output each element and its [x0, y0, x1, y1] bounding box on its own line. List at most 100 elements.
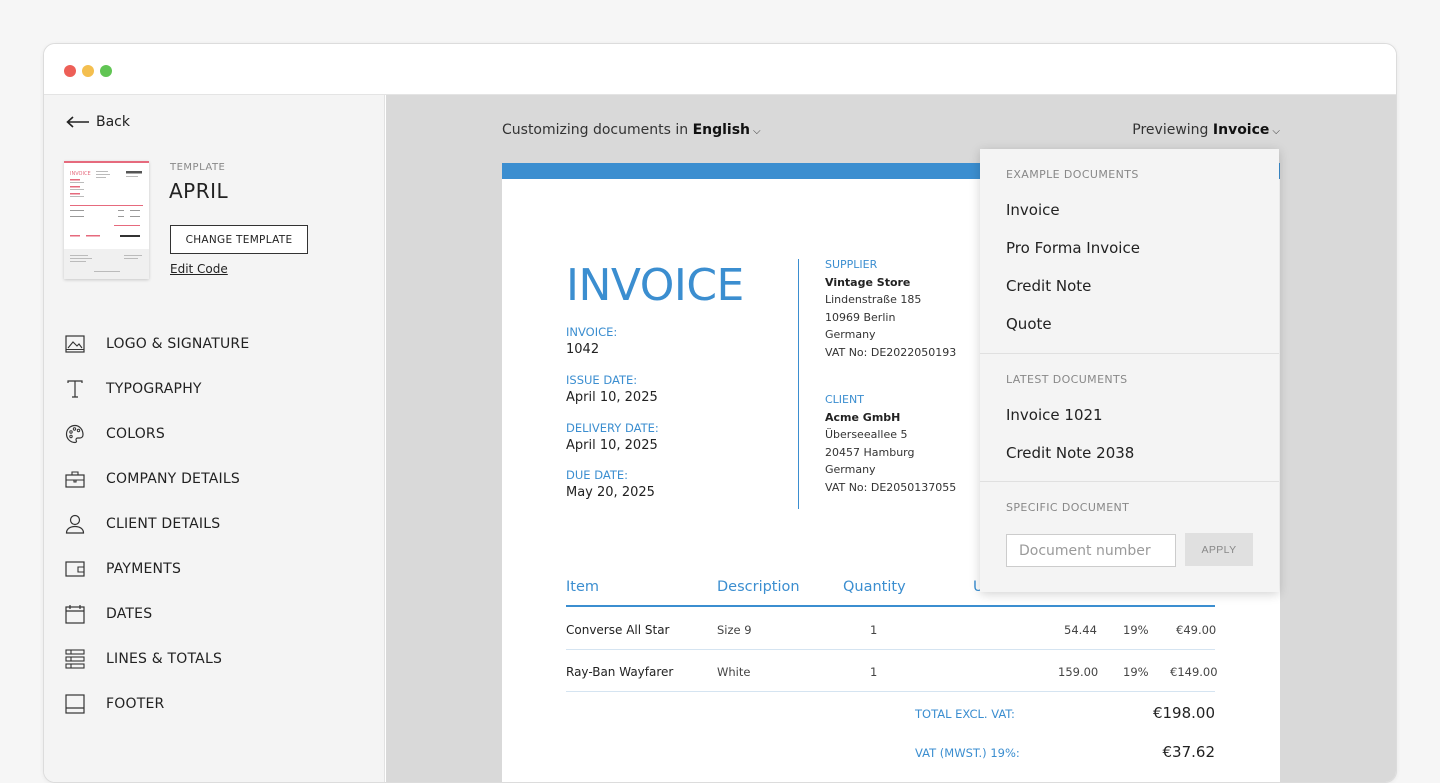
nav-item-colors[interactable]: COLORS: [44, 411, 385, 456]
image-icon: [64, 333, 86, 355]
customizing-prefix: Customizing documents in: [502, 122, 689, 138]
column-item: Item: [566, 579, 600, 595]
table-row: Converse All Star Size 9 1 54.44 19% €49…: [566, 608, 1217, 650]
template-name: APRIL: [169, 179, 229, 203]
selected-preview-doc: Invoice: [1212, 122, 1270, 138]
total-excl-vat-label: TOTAL EXCL. VAT:: [915, 707, 1015, 721]
nav-label: TYPOGRAPHY: [106, 380, 202, 397]
example-documents-heading: EXAMPLE DOCUMENTS: [1006, 168, 1139, 181]
menu-item-pro-forma-invoice[interactable]: Pro Forma Invoice: [1006, 239, 1140, 257]
line-total: €49.00: [1176, 623, 1217, 637]
list-icon: [64, 648, 86, 670]
invoice-title: INVOICE: [566, 260, 744, 311]
line-total: €149.00: [1170, 665, 1218, 679]
settings-nav: LOGO & SIGNATURE TYPOGRAPHY COLORS COMPA…: [44, 321, 385, 726]
nav-item-dates[interactable]: DATES: [44, 591, 385, 636]
menu-item-credit-note[interactable]: Credit Note: [1006, 277, 1091, 295]
line-quantity: 1: [870, 623, 878, 637]
specific-document-heading: SPECIFIC DOCUMENT: [1006, 501, 1130, 514]
due-date: May 20, 2025: [566, 485, 655, 500]
nav-item-typography[interactable]: TYPOGRAPHY: [44, 366, 385, 411]
minimize-window-button[interactable]: [82, 65, 94, 77]
previewing-prefix: Previewing: [1132, 122, 1209, 138]
total-excl-vat: €198.00: [1152, 704, 1215, 722]
issue-date: April 10, 2025: [566, 390, 658, 405]
table-row: Ray-Ban Wayfarer White 1 159.00 19% €149…: [566, 650, 1218, 692]
latest-documents-heading: LATEST DOCUMENTS: [1006, 373, 1128, 386]
back-button[interactable]: Back: [66, 114, 130, 130]
nav-item-lines-totals[interactable]: LINES & TOTALS: [44, 636, 385, 681]
nav-label: LOGO & SIGNATURE: [106, 335, 250, 352]
nav-item-client-details[interactable]: CLIENT DETAILS: [44, 501, 385, 546]
delivery-date: April 10, 2025: [566, 438, 658, 453]
menu-item-invoice-1021[interactable]: Invoice 1021: [1006, 406, 1103, 424]
due-date-label: DUE DATE:: [566, 468, 628, 482]
invoice-number-label: INVOICE:: [566, 325, 618, 339]
maximize-window-button[interactable]: [100, 65, 112, 77]
preview-dropdown-menu: EXAMPLE DOCUMENTS Invoice Pro Forma Invo…: [980, 149, 1279, 592]
nav-item-footer[interactable]: FOOTER: [44, 681, 385, 726]
menu-divider: [980, 481, 1279, 482]
nav-label: LINES & TOTALS: [106, 650, 223, 667]
selected-language: English: [692, 122, 751, 138]
edit-code-link[interactable]: Edit Code: [170, 262, 228, 276]
sidebar: Back INVOICE TEMPLATE APRIL CHANGE TEMPL…: [44, 95, 385, 782]
client-heading: CLIENT: [825, 393, 864, 406]
issue-date-label: ISSUE DATE:: [566, 373, 638, 387]
client-street: Überseeallee 5: [825, 428, 908, 441]
nav-label: DATES: [106, 605, 153, 622]
line-price: 54.44: [1064, 623, 1097, 637]
thumbnail-footer: [64, 249, 149, 279]
client-country: Germany: [825, 463, 876, 476]
menu-divider: [980, 353, 1279, 354]
menu-item-quote[interactable]: Quote: [1006, 315, 1052, 333]
vat-value: €37.62: [1162, 743, 1216, 761]
template-thumbnail[interactable]: INVOICE: [64, 161, 149, 279]
menu-item-invoice[interactable]: Invoice: [1006, 201, 1060, 219]
supplier-country: Germany: [825, 328, 876, 341]
vat-label: VAT (MWST.) 19%:: [915, 746, 1020, 760]
close-window-button[interactable]: [64, 65, 76, 77]
nav-label: COLORS: [106, 425, 165, 442]
back-label: Back: [96, 114, 130, 130]
client-city: 20457 Hamburg: [825, 445, 915, 459]
document-number-input[interactable]: [1006, 534, 1176, 567]
nav-label: CLIENT DETAILS: [106, 515, 221, 532]
supplier-city: 10969 Berlin: [825, 310, 896, 324]
supplier-street: Lindenstraße 185: [825, 293, 922, 306]
line-description: White: [717, 665, 751, 679]
language-selector[interactable]: Customizing documents in English ⌵: [502, 122, 761, 138]
apply-button[interactable]: APPLY: [1185, 533, 1253, 566]
menu-item-credit-note-2038[interactable]: Credit Note 2038: [1006, 444, 1134, 462]
nav-item-logo-signature[interactable]: LOGO & SIGNATURE: [44, 321, 385, 366]
column-quantity: Quantity: [843, 579, 906, 595]
supplier-name: Vintage Store: [825, 275, 911, 289]
line-vat: 19%: [1123, 665, 1149, 679]
briefcase-icon: [64, 468, 86, 490]
title-bar: [44, 44, 1396, 95]
nav-item-payments[interactable]: PAYMENTS: [44, 546, 385, 591]
change-template-button[interactable]: CHANGE TEMPLATE: [170, 225, 308, 254]
person-icon: [64, 513, 86, 535]
supplier-vat: VAT No: DE2022050193: [825, 345, 957, 359]
preview-selector[interactable]: Previewing Invoice ⌵: [1132, 122, 1280, 138]
nav-item-company-details[interactable]: COMPANY DETAILS: [44, 456, 385, 501]
line-description: Size 9: [717, 623, 752, 637]
nav-label: COMPANY DETAILS: [106, 470, 240, 487]
nav-label: PAYMENTS: [106, 560, 182, 577]
thumbnail-preview: INVOICE: [70, 171, 143, 237]
thumbnail-title: INVOICE: [70, 171, 91, 177]
chevron-down-icon: ⌵: [753, 126, 761, 137]
client-block: CLIENT Acme GmbH Überseeallee 5 20457 Ha…: [825, 391, 956, 496]
line-price: 159.00: [1058, 665, 1099, 679]
typography-icon: [64, 378, 86, 400]
divider: [798, 259, 799, 509]
palette-icon: [64, 423, 86, 445]
wallet-icon: [64, 558, 86, 580]
line-item: Converse All Star: [566, 623, 670, 637]
calendar-icon: [64, 603, 86, 625]
chevron-down-icon: ⌵: [1272, 126, 1280, 137]
line-item: Ray-Ban Wayfarer: [566, 665, 674, 679]
client-vat: VAT No: DE2050137055: [825, 480, 957, 494]
footer-icon: [64, 693, 86, 715]
